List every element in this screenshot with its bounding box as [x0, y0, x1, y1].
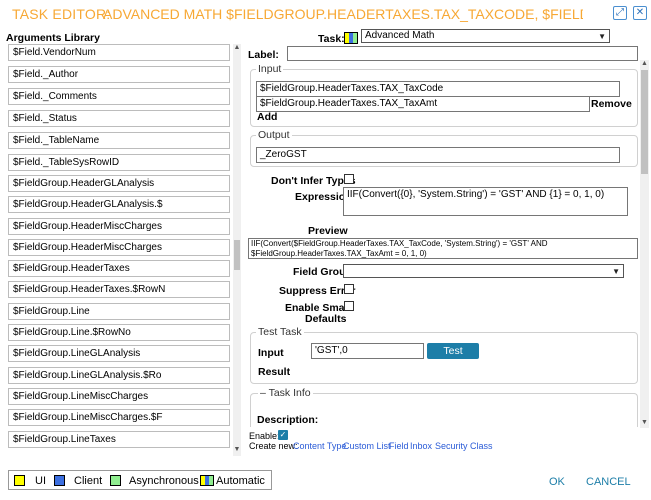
test-input-field[interactable]: 'GST',0	[311, 343, 424, 359]
task-info-legend: – Task Info	[258, 387, 313, 399]
create-inbox-link[interactable]: Inbox	[410, 441, 432, 451]
library-item[interactable]: $Field._Status	[8, 110, 230, 127]
label-field-label: Label:	[248, 49, 279, 61]
dialog-title: ADVANCED MATH $FIELDGROUP.HEADERTAXES.TA…	[103, 6, 583, 22]
ui-swatch	[14, 475, 25, 486]
maximize-icon[interactable]: ⤢	[613, 6, 627, 20]
library-item[interactable]: $FieldGroup.Line	[8, 303, 230, 320]
create-custom-list-link[interactable]: Custom List	[343, 441, 391, 451]
output-field[interactable]: _ZeroGST	[256, 147, 620, 163]
create-field-link[interactable]: Field	[389, 441, 409, 451]
enable-smart-defaults-label-2: Defaults	[305, 313, 347, 325]
preview-label: Preview	[308, 225, 348, 237]
library-item[interactable]: $FieldGroup.LineMiscCharges.$F	[8, 409, 230, 426]
add-button[interactable]: Add	[257, 111, 277, 123]
create-content-type-link[interactable]: Content Type	[293, 441, 346, 451]
collapse-icon[interactable]: –	[260, 387, 266, 399]
automatic-legend-label: Automatic	[216, 475, 265, 487]
editor-scroll-thumb[interactable]	[641, 70, 648, 174]
library-item[interactable]: $Field._Comments	[8, 88, 230, 105]
remove-button[interactable]: Remove	[591, 98, 632, 110]
create-security-class-link[interactable]: Security Class	[435, 441, 493, 451]
task-label: Task:	[318, 33, 345, 45]
scroll-up-icon[interactable]: ▲	[640, 60, 649, 67]
chevron-down-icon: ▼	[598, 32, 606, 41]
dont-infer-types-label: Don't Infer Types	[271, 175, 356, 187]
task-info-title: Task Info	[268, 387, 311, 399]
library-item[interactable]: $Field._Author	[8, 66, 230, 83]
enable-smart-defaults-checkbox[interactable]	[344, 301, 354, 311]
library-item[interactable]: $FieldGroup.LineGLAnalysis.$Ro	[8, 367, 230, 384]
library-item[interactable]: $FieldGroup.Line.$RowNo	[8, 324, 230, 341]
dont-infer-types-checkbox[interactable]	[344, 174, 354, 184]
output-legend: Output	[256, 129, 292, 141]
input-legend: Input	[256, 63, 284, 75]
input-field-2[interactable]: $FieldGroup.HeaderTaxes.TAX_TaxAmt	[256, 96, 590, 112]
cancel-button[interactable]: CANCEL	[586, 476, 631, 488]
library-scrollbar[interactable]: ▲ ▼	[233, 44, 241, 456]
create-new-label: Create new:	[249, 441, 298, 451]
preview-line-1: IIF(Convert($FieldGroup.HeaderTaxes.TAX_…	[251, 239, 548, 248]
asynchronous-legend-label: Asynchronous	[129, 475, 199, 487]
expression-textarea[interactable]: IIF(Convert({0}, 'System.String') = 'GST…	[343, 187, 628, 216]
library-item[interactable]: $FieldGroup.HeaderTaxes.$RowN	[8, 281, 230, 298]
enable-checkbox[interactable]: ✓	[278, 430, 288, 440]
client-swatch	[54, 475, 65, 486]
library-item[interactable]: $Field._TableSysRowID	[8, 154, 230, 171]
suppress-error-checkbox[interactable]	[344, 284, 354, 294]
arguments-library-title: Arguments Library	[6, 32, 100, 44]
task-select-value: Advanced Math	[365, 30, 435, 41]
task-select[interactable]: Advanced Math ▼	[361, 29, 610, 43]
input-field-1[interactable]: $FieldGroup.HeaderTaxes.TAX_TaxCode	[256, 81, 620, 97]
client-legend-label: Client	[74, 475, 103, 487]
dialog-title-prefix: TASK EDITOR:	[12, 6, 111, 22]
scroll-down-icon[interactable]: ▼	[640, 419, 649, 426]
library-item[interactable]: $FieldGroup.LineGLAnalysis	[8, 345, 230, 362]
library-item[interactable]: $Field._TableName	[8, 132, 230, 149]
automatic-icon	[344, 32, 358, 44]
library-item[interactable]: $FieldGroup.HeaderGLAnalysis.$	[8, 196, 230, 213]
library-item[interactable]: $FieldGroup.HeaderTaxes	[8, 260, 230, 277]
automatic-swatch	[200, 475, 214, 486]
arguments-library-list: $Field.VendorNum $Field._Author $Field._…	[5, 44, 233, 454]
library-item[interactable]: $FieldGroup.HeaderGLAnalysis	[8, 175, 230, 192]
enable-label: Enable:	[249, 431, 280, 441]
editor-scrollbar[interactable]: ▲ ▼	[640, 60, 649, 428]
library-item[interactable]: $Field.VendorNum	[8, 44, 230, 61]
library-item[interactable]: $FieldGroup.LineTaxes	[8, 431, 230, 448]
description-label: Description:	[257, 414, 319, 426]
ui-legend-label: UI	[35, 475, 46, 487]
ok-button[interactable]: OK	[549, 476, 565, 488]
test-task-legend: Test Task	[256, 326, 304, 338]
scroll-down-icon[interactable]: ▼	[233, 446, 241, 453]
scroll-up-icon[interactable]: ▲	[233, 44, 241, 51]
asynchronous-swatch	[110, 475, 121, 486]
chevron-down-icon: ▼	[612, 267, 620, 276]
task-type-legend: UI Client Asynchronous Automatic	[8, 470, 272, 490]
label-input[interactable]	[287, 46, 638, 61]
test-input-label: Input	[258, 347, 284, 359]
preview-line-2: $FieldGroup.HeaderTaxes.TAX_TaxAmt = 0, …	[251, 249, 427, 258]
title-bar: TASK EDITOR: ADVANCED MATH $FIELDGROUP.H…	[0, 0, 651, 28]
library-scroll-thumb[interactable]	[234, 240, 240, 270]
test-result-label: Result	[258, 366, 291, 378]
library-item[interactable]: $FieldGroup.HeaderMiscCharges	[8, 239, 230, 256]
field-group-select[interactable]: ▼	[343, 264, 624, 278]
preview-box: IIF(Convert($FieldGroup.HeaderTaxes.TAX_…	[248, 238, 638, 259]
library-item[interactable]: $FieldGroup.LineMiscCharges	[8, 388, 230, 405]
test-button[interactable]: Test	[427, 343, 479, 359]
library-item[interactable]: $FieldGroup.HeaderMiscCharges	[8, 218, 230, 235]
close-icon[interactable]: ✕	[633, 6, 647, 20]
